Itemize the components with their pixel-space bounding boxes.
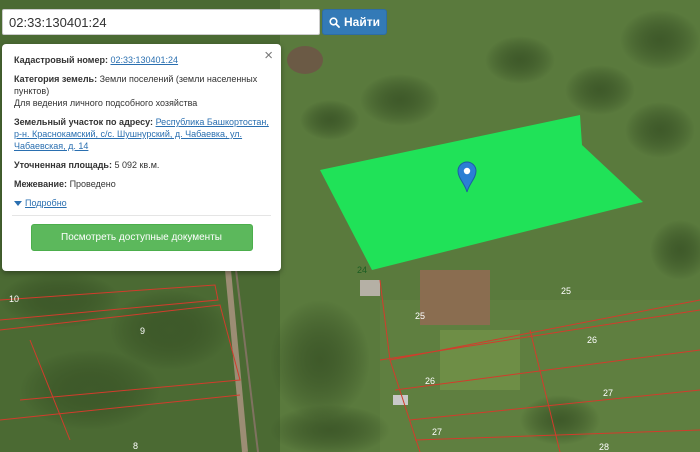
cadastral-number-row: Кадастровый номер: 02:33:130401:24 bbox=[14, 54, 269, 66]
survey-value: Проведено bbox=[69, 179, 116, 189]
area-label: Уточненная площадь: bbox=[14, 160, 112, 170]
search-icon bbox=[329, 16, 340, 28]
area-row: Уточненная площадь: 5 092 кв.м. bbox=[14, 159, 269, 171]
parcel-number-label: 26 bbox=[587, 335, 598, 345]
parcel-number-label: 28 bbox=[599, 442, 610, 452]
parcel-number-label: 24 bbox=[357, 265, 368, 275]
area-value: 5 092 кв.м. bbox=[114, 160, 160, 170]
details-toggle[interactable]: Подробно bbox=[14, 197, 269, 209]
survey-label: Межевание: bbox=[14, 179, 68, 189]
view-documents-button[interactable]: Посмотреть доступные документы bbox=[30, 224, 253, 251]
parcel-number-label: 9 bbox=[140, 326, 146, 336]
land-category-row: Категория земель: Земли поселений (земли… bbox=[14, 73, 269, 109]
address-label: Земельный участок по адресу: bbox=[14, 117, 154, 127]
parcel-number-label: 27 bbox=[603, 388, 614, 398]
parcel-number-label: 10 bbox=[9, 294, 20, 304]
parcel-number-label: 27 bbox=[432, 427, 443, 437]
cadastral-number-label: Кадастровый номер: bbox=[14, 55, 108, 65]
search-button-label: Найти bbox=[344, 15, 380, 29]
cadastral-number-link[interactable]: 02:33:130401:24 bbox=[110, 55, 178, 65]
divider bbox=[12, 215, 271, 216]
caret-down-icon bbox=[14, 200, 22, 206]
land-category-label: Категория земель: bbox=[14, 74, 98, 84]
close-icon[interactable]: × bbox=[264, 48, 273, 63]
survey-row: Межевание: Проведено bbox=[14, 178, 269, 190]
search-input[interactable] bbox=[3, 10, 319, 34]
search-button[interactable]: Найти bbox=[322, 9, 387, 35]
land-use-value: Для ведения личного подсобного хозяйства bbox=[14, 98, 198, 108]
parcel-number-label: 26 bbox=[425, 376, 436, 386]
parcel-info-popup: × Кадастровый номер: 02:33:130401:24 Кат… bbox=[2, 44, 281, 271]
address-row: Земельный участок по адресу: Республика … bbox=[14, 116, 269, 152]
search-field[interactable] bbox=[2, 9, 320, 35]
parcel-number-label: 8 bbox=[133, 441, 139, 451]
parcel-number-label: 25 bbox=[415, 311, 426, 321]
details-link[interactable]: Подробно bbox=[25, 197, 67, 209]
parcel-number-label: 25 bbox=[561, 286, 572, 296]
